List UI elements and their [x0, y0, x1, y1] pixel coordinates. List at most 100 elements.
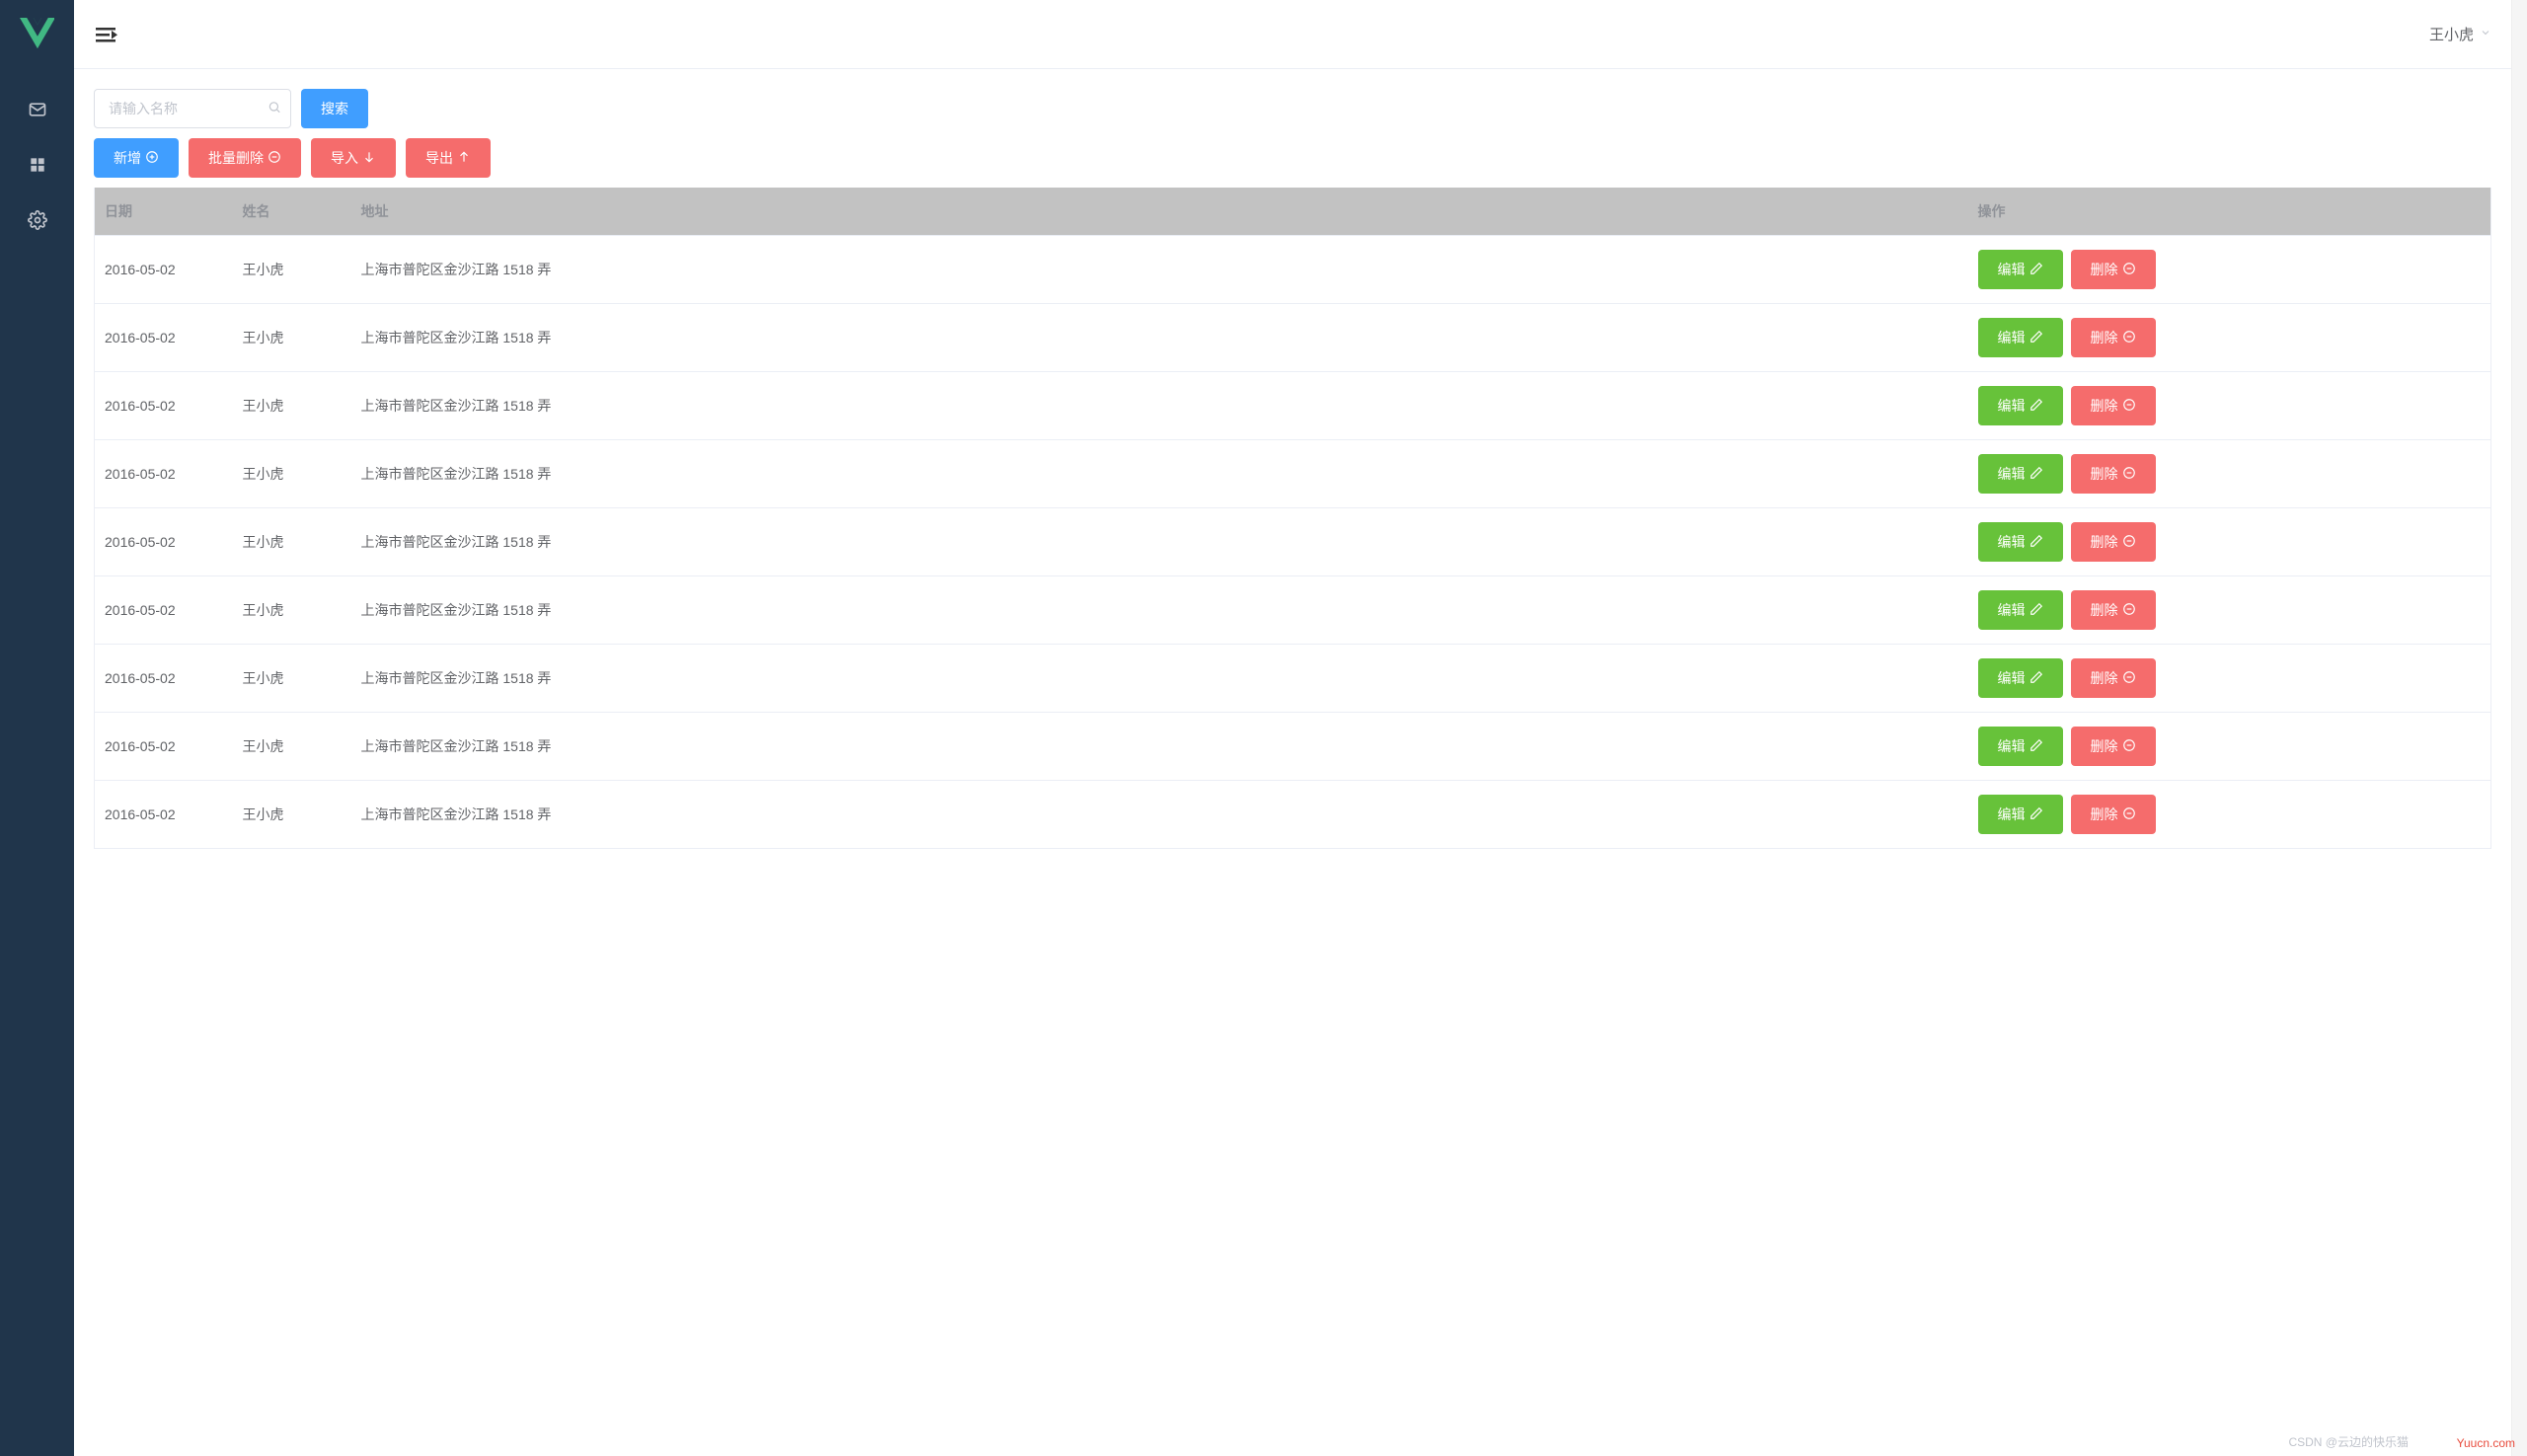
- circle-minus-icon: [268, 150, 281, 167]
- cell-address: 上海市普陀区金沙江路 1518 弄: [351, 713, 1968, 781]
- cell-date: 2016-05-02: [95, 372, 233, 440]
- search-button[interactable]: 搜索: [301, 89, 368, 128]
- edit-button[interactable]: 编辑: [1978, 727, 2063, 766]
- cell-action: 编辑 删除: [1968, 713, 2491, 781]
- edit-button-label: 编辑: [1998, 805, 2026, 824]
- arrow-down-icon: [362, 150, 376, 167]
- sidebar-item-mail[interactable]: [0, 83, 74, 138]
- edit-button-label: 编辑: [1998, 464, 2026, 484]
- delete-button[interactable]: 删除: [2071, 318, 2156, 357]
- watermark-csdn: CSDN @云边的快乐猫: [2288, 1433, 2409, 1450]
- search-input[interactable]: [94, 89, 291, 128]
- delete-button[interactable]: 删除: [2071, 727, 2156, 766]
- edit-icon: [2029, 602, 2043, 619]
- sidebar-item-settings[interactable]: [0, 193, 74, 249]
- edit-icon: [2029, 534, 2043, 551]
- cell-name: 王小虎: [233, 236, 351, 304]
- edit-button[interactable]: 编辑: [1978, 318, 2063, 357]
- delete-button[interactable]: 删除: [2071, 250, 2156, 289]
- cell-address: 上海市普陀区金沙江路 1518 弄: [351, 576, 1968, 645]
- cell-address: 上海市普陀区金沙江路 1518 弄: [351, 372, 1968, 440]
- chevron-down-icon: [2480, 26, 2491, 42]
- edit-button[interactable]: 编辑: [1978, 454, 2063, 494]
- cell-action: 编辑删除: [1968, 576, 2491, 645]
- circle-minus-icon: [2122, 738, 2136, 755]
- circle-minus-icon: [2122, 806, 2136, 823]
- delete-button-label: 删除: [2091, 464, 2118, 484]
- add-button[interactable]: 新增: [94, 138, 179, 178]
- delete-button[interactable]: 删除: [2071, 590, 2156, 630]
- export-button[interactable]: 导出: [406, 138, 491, 178]
- delete-button[interactable]: 删除: [2071, 658, 2156, 698]
- cell-action: 编辑 删除: [1968, 781, 2491, 849]
- arrow-up-icon: [457, 150, 471, 167]
- cell-action: 编辑 删除: [1968, 508, 2491, 576]
- sidebar: [0, 0, 74, 1456]
- table-row: 2016-05-02王小虎上海市普陀区金沙江路 1518 弄编辑删除: [95, 304, 2491, 372]
- delete-button[interactable]: 删除: [2071, 795, 2156, 834]
- cell-name: 王小虎: [233, 713, 351, 781]
- edit-button-label: 编辑: [1998, 532, 2026, 552]
- sidebar-item-grid[interactable]: [0, 138, 74, 193]
- cell-name: 王小虎: [233, 781, 351, 849]
- circle-minus-icon: [2122, 466, 2136, 483]
- delete-button-label: 删除: [2091, 532, 2118, 552]
- cell-date: 2016-05-02: [95, 645, 233, 713]
- import-button[interactable]: 导入: [311, 138, 396, 178]
- table-row: 2016-05-02王小虎上海市普陀区金沙江路 1518 弄编辑删除: [95, 781, 2491, 849]
- delete-button[interactable]: 删除: [2071, 454, 2156, 494]
- cell-date: 2016-05-02: [95, 236, 233, 304]
- cell-action: 编辑 删除: [1968, 236, 2491, 304]
- edit-button[interactable]: 编辑: [1978, 590, 2063, 630]
- table-row: 2016-05-02王小虎上海市普陀区金沙江路 1518 弄编辑删除: [95, 440, 2491, 508]
- edit-button-label: 编辑: [1998, 328, 2026, 347]
- edit-icon: [2029, 262, 2043, 278]
- batch-delete-button[interactable]: 批量删除: [189, 138, 301, 178]
- data-table: 日期 姓名 地址 操作 2016-05-02王小虎上海市普陀区金沙江路 1518…: [94, 188, 2491, 849]
- edit-button[interactable]: 编辑: [1978, 658, 2063, 698]
- cell-address: 上海市普陀区金沙江路 1518 弄: [351, 645, 1968, 713]
- edit-button-label: 编辑: [1998, 736, 2026, 756]
- circle-minus-icon: [2122, 534, 2136, 551]
- delete-button[interactable]: 删除: [2071, 522, 2156, 562]
- cell-date: 2016-05-02: [95, 508, 233, 576]
- user-menu[interactable]: 王小虎: [2429, 24, 2491, 44]
- th-name: 姓名: [233, 188, 351, 236]
- add-button-label: 新增: [114, 148, 141, 168]
- edit-icon: [2029, 806, 2043, 823]
- cell-name: 王小虎: [233, 440, 351, 508]
- cell-date: 2016-05-02: [95, 781, 233, 849]
- edit-icon: [2029, 330, 2043, 346]
- grid-icon: [28, 155, 47, 178]
- edit-button[interactable]: 编辑: [1978, 250, 2063, 289]
- delete-button-label: 删除: [2091, 260, 2118, 279]
- cell-address: 上海市普陀区金沙江路 1518 弄: [351, 508, 1968, 576]
- cell-date: 2016-05-02: [95, 576, 233, 645]
- edit-button[interactable]: 编辑: [1978, 386, 2063, 425]
- edit-icon: [2029, 398, 2043, 415]
- delete-button[interactable]: 删除: [2071, 386, 2156, 425]
- batch-delete-label: 批量删除: [208, 148, 264, 168]
- edit-button-label: 编辑: [1998, 396, 2026, 416]
- export-button-label: 导出: [425, 148, 453, 168]
- cell-date: 2016-05-02: [95, 713, 233, 781]
- collapse-sidebar-button[interactable]: [94, 23, 117, 46]
- search-input-wrapper: [94, 89, 291, 128]
- cell-action: 编辑 删除: [1968, 440, 2491, 508]
- page-scrollbar[interactable]: [2511, 0, 2527, 1456]
- cell-action: 编辑 删除: [1968, 372, 2491, 440]
- topbar: 王小虎: [74, 0, 2511, 69]
- table-row: 2016-05-02王小虎上海市普陀区金沙江路 1518 弄编辑删除: [95, 236, 2491, 304]
- cell-name: 王小虎: [233, 645, 351, 713]
- cell-name: 王小虎: [233, 576, 351, 645]
- import-button-label: 导入: [331, 148, 358, 168]
- edit-button-label: 编辑: [1998, 260, 2026, 279]
- table-row: 2016-05-02王小虎上海市普陀区金沙江路 1518 弄 编辑 删除: [95, 713, 2491, 781]
- delete-button-label: 删除: [2091, 736, 2118, 756]
- edit-button[interactable]: 编辑: [1978, 522, 2063, 562]
- cell-action: 编辑删除: [1968, 645, 2491, 713]
- delete-button-label: 删除: [2091, 328, 2118, 347]
- edit-button[interactable]: 编辑: [1978, 795, 2063, 834]
- table-row: 2016-05-02王小虎上海市普陀区金沙江路 1518 弄编辑删除: [95, 576, 2491, 645]
- cell-address: 上海市普陀区金沙江路 1518 弄: [351, 304, 1968, 372]
